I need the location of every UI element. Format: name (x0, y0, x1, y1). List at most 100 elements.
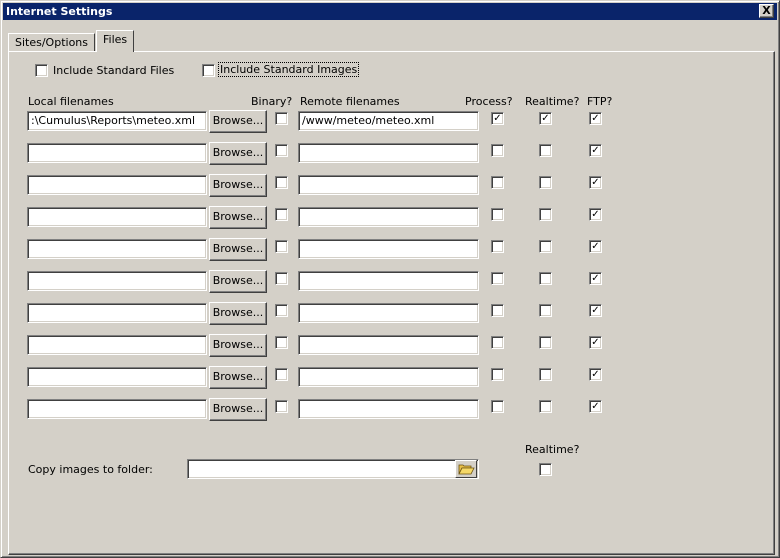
remote-filename-field[interactable] (298, 271, 479, 291)
check-icon (493, 274, 502, 283)
binary-checkbox[interactable] (275, 112, 288, 125)
browse-button[interactable]: Browse... (209, 110, 267, 133)
check-icon (277, 178, 286, 187)
ftp-checkbox[interactable]: ✓ (589, 112, 602, 125)
local-filename-field[interactable] (27, 271, 207, 291)
include-standard-images-checkbox[interactable] (202, 64, 215, 77)
check-icon (277, 242, 286, 251)
title-bar[interactable]: Internet Settings X (3, 3, 777, 20)
browse-button[interactable]: Browse... (209, 142, 267, 165)
check-icon (277, 370, 286, 379)
binary-checkbox[interactable] (275, 176, 288, 189)
ftp-checkbox[interactable]: ✓ (589, 400, 602, 413)
local-filename-field[interactable] (27, 303, 207, 323)
process-checkbox[interactable] (491, 400, 504, 413)
realtime-checkbox[interactable] (539, 240, 552, 253)
check-icon: ✓ (591, 337, 600, 348)
check-icon (541, 402, 550, 411)
remote-filename-field[interactable] (298, 335, 479, 355)
browse-button[interactable]: Browse... (209, 270, 267, 293)
local-filename-field[interactable] (27, 335, 207, 355)
remote-filename-field[interactable] (298, 239, 479, 259)
process-checkbox[interactable] (491, 272, 504, 285)
browse-button[interactable]: Browse... (209, 302, 267, 325)
process-checkbox[interactable] (491, 240, 504, 253)
remote-filename-field[interactable] (298, 175, 479, 195)
realtime-checkbox[interactable] (539, 272, 552, 285)
process-checkbox[interactable]: ✓ (491, 112, 504, 125)
remote-filename-field[interactable] (298, 143, 479, 163)
local-filename-field[interactable] (27, 143, 207, 163)
copy-realtime-header: Realtime? (525, 443, 580, 456)
tab-sites-options[interactable]: Sites/Options (8, 33, 95, 51)
ftp-checkbox[interactable]: ✓ (589, 176, 602, 189)
remote-filename-field[interactable] (298, 207, 479, 227)
close-button[interactable]: X (759, 4, 774, 18)
check-icon (541, 178, 550, 187)
include-standard-files-label[interactable]: Include Standard Files (53, 64, 174, 77)
check-icon: ✓ (591, 305, 600, 316)
check-icon (204, 66, 213, 75)
binary-checkbox[interactable] (275, 240, 288, 253)
realtime-checkbox[interactable] (539, 336, 552, 349)
process-checkbox[interactable] (491, 304, 504, 317)
browse-button[interactable]: Browse... (209, 398, 267, 421)
realtime-checkbox[interactable] (539, 304, 552, 317)
browse-button[interactable]: Browse... (209, 206, 267, 229)
folder-open-icon (458, 464, 475, 475)
binary-checkbox[interactable] (275, 144, 288, 157)
browse-button[interactable]: Browse... (209, 174, 267, 197)
include-standard-images-label[interactable]: Include Standard Images (217, 62, 360, 77)
binary-checkbox[interactable] (275, 272, 288, 285)
binary-checkbox[interactable] (275, 400, 288, 413)
realtime-checkbox[interactable] (539, 144, 552, 157)
local-filename-field[interactable] (27, 207, 207, 227)
binary-checkbox[interactable] (275, 336, 288, 349)
ftp-checkbox[interactable]: ✓ (589, 272, 602, 285)
local-filename-field[interactable] (27, 399, 207, 419)
process-checkbox[interactable] (491, 176, 504, 189)
browse-button[interactable]: Browse... (209, 238, 267, 261)
browse-button[interactable]: Browse... (209, 334, 267, 357)
binary-checkbox[interactable] (275, 368, 288, 381)
remote-filename-field[interactable] (298, 367, 479, 387)
local-filename-field[interactable]: :\Cumulus\Reports\meteo.xml (27, 111, 207, 131)
check-icon (541, 242, 550, 251)
ftp-checkbox[interactable]: ✓ (589, 208, 602, 221)
remote-filename-field[interactable] (298, 303, 479, 323)
realtime-checkbox[interactable] (539, 208, 552, 221)
process-checkbox[interactable] (491, 208, 504, 221)
process-checkbox[interactable] (491, 336, 504, 349)
copy-images-folder-field[interactable] (187, 459, 479, 479)
realtime-checkbox[interactable] (539, 368, 552, 381)
realtime-checkbox[interactable] (539, 176, 552, 189)
remote-filename-field[interactable] (298, 399, 479, 419)
ftp-checkbox[interactable]: ✓ (589, 240, 602, 253)
ftp-checkbox[interactable]: ✓ (589, 144, 602, 157)
realtime-checkbox[interactable]: ✓ (539, 112, 552, 125)
folder-browse-button[interactable] (455, 460, 477, 478)
process-checkbox[interactable] (491, 368, 504, 381)
ftp-checkbox[interactable]: ✓ (589, 304, 602, 317)
remote-filename-field[interactable]: /www/meteo/meteo.xml (298, 111, 479, 131)
tab-files[interactable]: Files (96, 30, 135, 52)
process-checkbox[interactable] (491, 144, 504, 157)
local-filename-field[interactable] (27, 367, 207, 387)
binary-checkbox[interactable] (275, 304, 288, 317)
check-icon (541, 306, 550, 315)
check-icon (493, 146, 502, 155)
copy-images-realtime-checkbox[interactable] (539, 463, 552, 476)
realtime-checkbox[interactable] (539, 400, 552, 413)
binary-checkbox[interactable] (275, 208, 288, 221)
local-filename-field[interactable] (27, 175, 207, 195)
ftp-checkbox[interactable]: ✓ (589, 336, 602, 349)
check-icon: ✓ (591, 401, 600, 412)
check-icon: ✓ (541, 113, 550, 124)
check-icon (541, 370, 550, 379)
ftp-checkbox[interactable]: ✓ (589, 368, 602, 381)
include-standard-files-checkbox[interactable] (35, 64, 48, 77)
check-icon: ✓ (591, 273, 600, 284)
local-filename-field[interactable] (27, 239, 207, 259)
browse-button[interactable]: Browse... (209, 366, 267, 389)
check-icon (493, 338, 502, 347)
